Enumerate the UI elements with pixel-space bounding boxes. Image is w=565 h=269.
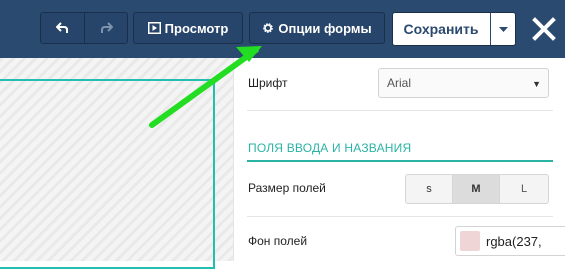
size-option-s-label: s [426, 183, 432, 195]
preview-label: Просмотр [164, 20, 229, 36]
row-divider [247, 216, 553, 217]
form-canvas[interactable] [0, 58, 233, 269]
font-select-value: Arial [387, 76, 412, 90]
form-canvas-frame [0, 79, 215, 269]
field-size-label: Размер полей [248, 181, 326, 195]
caret-down-icon [498, 26, 508, 32]
redo-icon [101, 22, 113, 33]
save-dropdown-button[interactable] [491, 13, 515, 45]
size-option-m-label: M [471, 183, 481, 195]
close-button[interactable] [531, 16, 557, 42]
section-title: ПОЛЯ ВВОДА И НАЗВАНИЯ [248, 141, 412, 155]
font-label: Шрифт [248, 76, 288, 90]
close-icon [532, 17, 556, 41]
field-bg-color-value: rgba(237, [486, 233, 542, 249]
field-bg-label: Фон полей [248, 234, 308, 248]
top-toolbar: Просмотр Опции формы Сохранить [0, 0, 565, 58]
gear-icon [263, 23, 274, 33]
form-options-button[interactable]: Опции формы [249, 12, 385, 44]
undo-icon [55, 22, 68, 33]
select-arrow-icon: ▼ [532, 79, 541, 89]
font-select[interactable]: Arial ▼ [378, 68, 549, 98]
size-option-s[interactable]: s [405, 174, 453, 204]
redo-button[interactable] [84, 12, 128, 44]
save-button[interactable]: Сохранить [393, 13, 489, 45]
size-option-l[interactable]: L [499, 174, 549, 204]
field-bg-color-input[interactable]: rgba(237, [455, 226, 565, 256]
save-button-group: Сохранить [392, 12, 516, 46]
undo-button[interactable] [40, 12, 85, 44]
form-options-label: Опции формы [278, 20, 372, 36]
play-box-icon [147, 22, 161, 34]
panel-divider [233, 58, 234, 261]
row-divider [247, 110, 553, 111]
section-underline [247, 160, 553, 162]
size-option-m[interactable]: M [452, 174, 500, 204]
save-label: Сохранить [403, 21, 479, 37]
color-swatch[interactable] [460, 231, 480, 251]
preview-button[interactable]: Просмотр [133, 12, 243, 44]
size-option-l-label: L [520, 183, 528, 195]
